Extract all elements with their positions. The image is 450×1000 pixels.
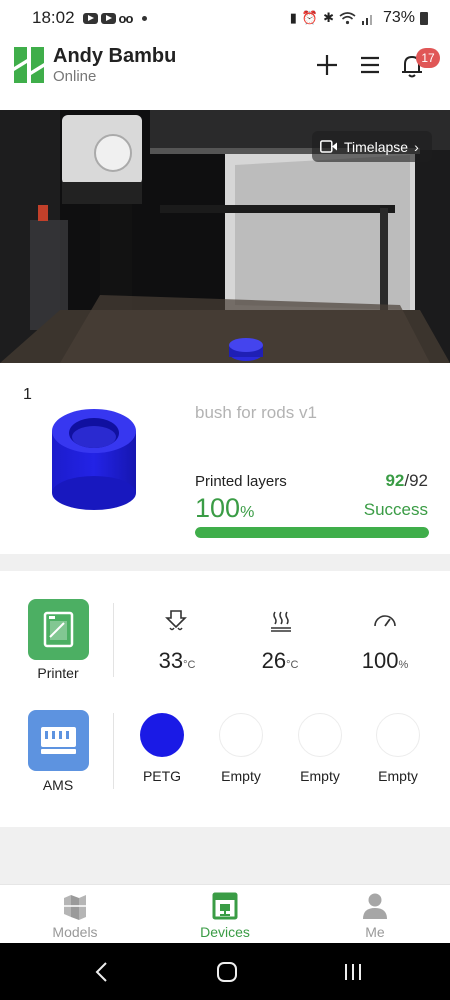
notification-badge: 17 bbox=[416, 48, 440, 68]
status-time: 18:02 bbox=[32, 8, 75, 27]
bed-temp-unit: °C bbox=[286, 659, 299, 671]
total-layers: /92 bbox=[404, 471, 428, 490]
progress-unit: % bbox=[240, 504, 255, 521]
add-device-button[interactable] bbox=[312, 50, 342, 80]
app-header: Andy Bambu Online 17 bbox=[0, 36, 450, 110]
bed-temp-icon bbox=[271, 611, 291, 632]
ams-label: AMS bbox=[42, 777, 74, 793]
bottom-navigation: Models Devices Me bbox=[0, 884, 450, 943]
layers-label: Printed layers bbox=[195, 473, 287, 490]
ams-slot-label: Empty bbox=[378, 768, 418, 784]
nav-label: Devices bbox=[200, 924, 250, 940]
recent-apps-icon[interactable] bbox=[338, 959, 368, 985]
print-status: Success bbox=[363, 500, 428, 519]
speed-icon bbox=[374, 615, 396, 627]
speed-value: 100% bbox=[340, 648, 430, 674]
notification-icons: oo bbox=[82, 10, 148, 26]
nav-label: Me bbox=[365, 924, 385, 940]
ams-slot-label: PETG bbox=[142, 768, 182, 784]
logo-icon bbox=[14, 47, 44, 83]
progress-bar-fill bbox=[195, 527, 429, 538]
system-icons: ▮ ⏰ ✱ 73% bbox=[290, 9, 428, 27]
nav-label: Models bbox=[52, 924, 98, 940]
printer-icon bbox=[43, 611, 74, 648]
progress-percent: 100% bbox=[195, 493, 254, 524]
system-navigation-bar bbox=[0, 943, 450, 1000]
plate-number: 1 bbox=[23, 386, 32, 403]
layers-count: 92/92 bbox=[385, 471, 428, 491]
battery-icon bbox=[420, 11, 428, 25]
ams-slot-label: Empty bbox=[300, 768, 340, 784]
ams-slot-empty[interactable] bbox=[298, 713, 342, 757]
timelapse-button[interactable]: Timelapse › bbox=[312, 131, 432, 162]
nav-models[interactable]: Models bbox=[25, 885, 125, 944]
progress-bar bbox=[195, 527, 429, 538]
video-camera-icon bbox=[320, 140, 337, 153]
timelapse-label: Timelapse bbox=[344, 138, 409, 155]
more-notifications-icon bbox=[142, 15, 148, 21]
divider bbox=[113, 603, 114, 677]
menu-button[interactable] bbox=[355, 50, 385, 80]
printer-button[interactable] bbox=[28, 599, 89, 660]
printer-label: Printer bbox=[37, 665, 79, 681]
models-icon bbox=[64, 895, 86, 920]
chevron-right-icon: › bbox=[414, 138, 419, 155]
youtube-icon bbox=[82, 12, 98, 24]
speed-unit: % bbox=[398, 659, 409, 671]
nozzle-temp-number: 33 bbox=[158, 648, 184, 673]
ams-slot-label: Empty bbox=[221, 768, 261, 784]
nozzle-temp-value: 33°C bbox=[132, 648, 222, 674]
alarm-icon: ⏰ bbox=[301, 10, 319, 25]
ams-button[interactable] bbox=[28, 710, 89, 771]
home-icon[interactable] bbox=[212, 959, 242, 985]
current-layer: 92 bbox=[385, 471, 405, 490]
user-name: Andy Bambu bbox=[53, 45, 177, 67]
device-panel: Printer 33°C 26°C 100% AMS PETG Empty Em… bbox=[0, 571, 450, 827]
bed-temp-value: 26°C bbox=[235, 648, 325, 674]
speed-number: 100 bbox=[361, 648, 399, 673]
ams-slot-empty[interactable] bbox=[219, 713, 263, 757]
youtube-icon bbox=[100, 12, 116, 24]
ams-slot-empty[interactable] bbox=[376, 713, 420, 757]
job-name: bush for rods v1 bbox=[195, 403, 317, 422]
print-job-card: 1 bush for rods v1 Printed layers 92/92 … bbox=[0, 363, 450, 554]
connection-status: Online bbox=[53, 68, 97, 85]
bluetooth-icon: ✱ bbox=[323, 10, 334, 25]
ams-slot-petg[interactable] bbox=[140, 713, 184, 757]
nozzle-temp-icon bbox=[165, 610, 187, 631]
part-thumbnail bbox=[52, 409, 136, 510]
bed-temp-number: 26 bbox=[261, 648, 287, 673]
nozzle-temp-unit: °C bbox=[183, 659, 196, 671]
wifi-icon bbox=[339, 11, 356, 24]
profile-icon bbox=[363, 893, 387, 919]
signal-icon bbox=[361, 14, 372, 25]
divider bbox=[113, 713, 114, 789]
nav-me[interactable]: Me bbox=[325, 885, 425, 944]
nav-devices[interactable]: Devices bbox=[175, 885, 275, 944]
back-icon[interactable] bbox=[87, 959, 117, 985]
progress-value: 100 bbox=[195, 493, 241, 523]
ams-icon bbox=[41, 727, 76, 754]
nfc-icon: ▮ bbox=[289, 10, 297, 25]
status-bar: 18:02 oo ▮ ⏰ ✱ 73% bbox=[0, 0, 450, 36]
battery-percent: 73% bbox=[382, 9, 415, 26]
voicemail-icon: oo bbox=[118, 10, 134, 26]
devices-icon bbox=[212, 892, 238, 920]
